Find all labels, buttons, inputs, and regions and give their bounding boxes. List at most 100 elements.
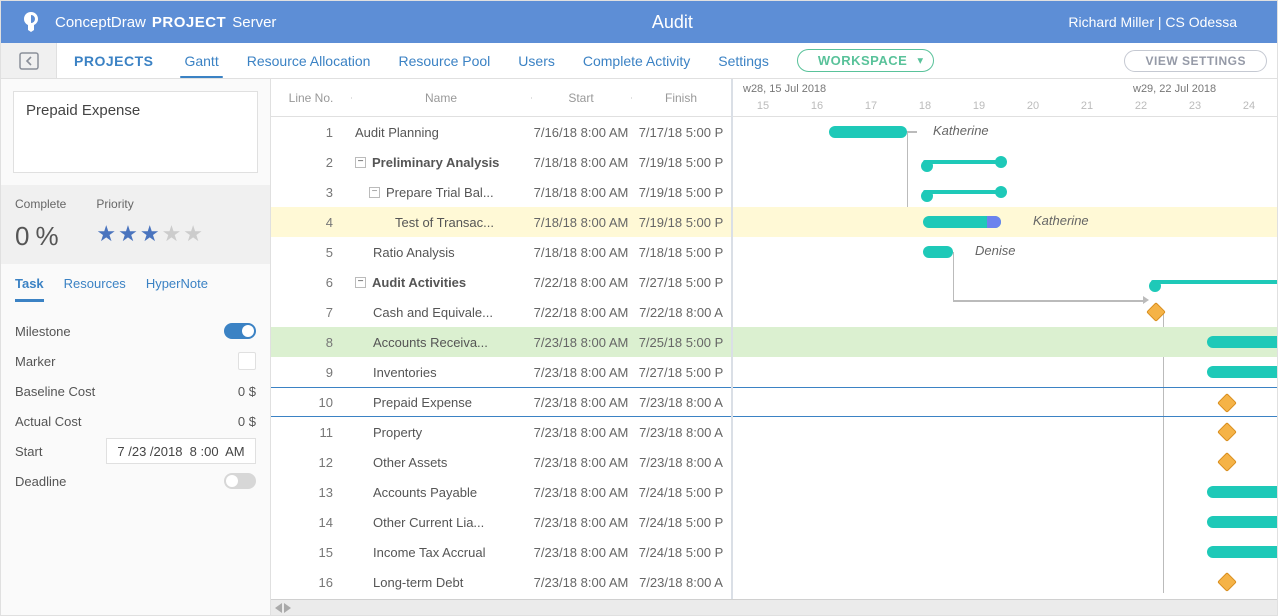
gantt-summary-bar[interactable] — [923, 160, 1001, 164]
scroll-nav-buttons[interactable] — [275, 603, 291, 613]
gantt-row[interactable]: Katherine — [733, 207, 1277, 237]
expand-toggle-icon[interactable]: − — [355, 277, 366, 288]
gantt-bar[interactable] — [923, 246, 953, 258]
subtab-task[interactable]: Task — [15, 276, 44, 302]
milestone-diamond-icon[interactable] — [1146, 302, 1166, 322]
task-row[interactable]: 6−Audit Activities7/22/18 8:00 AM7/27/18… — [271, 267, 731, 297]
tab-gantt[interactable]: Gantt — [170, 43, 232, 78]
milestone-diamond-icon[interactable] — [1217, 393, 1237, 413]
gantt-row[interactable] — [733, 477, 1277, 507]
gantt-chart[interactable]: w28, 15 Jul 2018 w29, 22 Jul 2018 151617… — [733, 79, 1277, 599]
inspector-props: Complete 0 % Priority ★★★★★ — [1, 185, 270, 264]
tab-complete-activity[interactable]: Complete Activity — [569, 43, 704, 78]
view-settings-button[interactable]: VIEW SETTINGS — [1124, 50, 1267, 72]
tab-users[interactable]: Users — [504, 43, 569, 78]
task-line-no: 3 — [271, 185, 351, 200]
task-row[interactable]: 1Audit Planning7/16/18 8:00 AM7/17/18 5:… — [271, 117, 731, 147]
gantt-assignee-label: Katherine — [933, 123, 989, 138]
gantt-bar[interactable] — [1207, 546, 1277, 558]
task-row[interactable]: 15Income Tax Accrual7/23/18 8:00 AM7/24/… — [271, 537, 731, 567]
timeline-tick: 23 — [1189, 100, 1201, 112]
start-date-input[interactable] — [106, 438, 256, 464]
task-name-cell: Other Current Lia... — [351, 515, 531, 530]
gantt-row[interactable] — [733, 177, 1277, 207]
milestone-diamond-icon[interactable] — [1217, 422, 1237, 442]
task-name: Property — [373, 425, 422, 440]
gantt-bar[interactable] — [1207, 516, 1277, 528]
task-start: 7/18/18 8:00 AM — [531, 155, 631, 170]
col-name[interactable]: Name — [351, 91, 531, 105]
tab-resource-pool[interactable]: Resource Pool — [384, 43, 504, 78]
marker-color-picker[interactable] — [238, 352, 256, 370]
user-identity[interactable]: Richard Miller | CS Odessa — [1068, 14, 1237, 30]
subtab-resources[interactable]: Resources — [64, 276, 126, 302]
deadline-toggle[interactable] — [224, 473, 256, 489]
task-line-no: 9 — [271, 365, 351, 380]
task-row[interactable]: 14Other Current Lia...7/23/18 8:00 AM7/2… — [271, 507, 731, 537]
task-row[interactable]: 5Ratio Analysis7/18/18 8:00 AM7/18/18 5:… — [271, 237, 731, 267]
task-row[interactable]: 8Accounts Receiva...7/23/18 8:00 AM7/25/… — [271, 327, 731, 357]
gantt-bar[interactable] — [829, 126, 907, 138]
gantt-summary-bar[interactable] — [1151, 280, 1277, 284]
task-row[interactable]: 11Property7/23/18 8:00 AM7/23/18 8:00 A — [271, 417, 731, 447]
gantt-row[interactable] — [733, 507, 1277, 537]
workspace-dropdown[interactable]: WORKSPACE ▾ — [797, 49, 934, 72]
task-row[interactable]: 2−Preliminary Analysis7/18/18 8:00 AM7/1… — [271, 147, 731, 177]
gantt-row[interactable]: Katherine — [733, 117, 1277, 147]
gantt-bar[interactable] — [1207, 486, 1277, 498]
task-row[interactable]: 9Inventories7/23/18 8:00 AM7/27/18 5:00 … — [271, 357, 731, 387]
selected-task-name[interactable]: Prepaid Expense — [13, 91, 258, 173]
scroll-left-icon — [275, 603, 282, 613]
timeline-tick: 19 — [973, 100, 985, 112]
gantt-row[interactable] — [733, 267, 1277, 297]
task-row[interactable]: 3−Prepare Trial Bal...7/18/18 8:00 AM7/1… — [271, 177, 731, 207]
gantt-row[interactable] — [733, 417, 1277, 447]
subtab-hypernote[interactable]: HyperNote — [146, 276, 208, 302]
task-row[interactable]: 10Prepaid Expense7/23/18 8:00 AM7/23/18 … — [271, 387, 731, 417]
gantt-bar[interactable] — [1207, 336, 1277, 348]
task-finish: 7/19/18 5:00 P — [631, 155, 731, 170]
gantt-bar[interactable] — [923, 216, 1001, 228]
gantt-row[interactable] — [733, 357, 1277, 387]
gantt-bar[interactable] — [1207, 366, 1277, 378]
gantt-row[interactable]: Denise — [733, 237, 1277, 267]
gantt-row[interactable] — [733, 567, 1277, 597]
task-row[interactable]: 12Other Assets7/23/18 8:00 AM7/23/18 8:0… — [271, 447, 731, 477]
gantt-row[interactable] — [733, 447, 1277, 477]
tab-resource-allocation[interactable]: Resource Allocation — [233, 43, 385, 78]
complete-value[interactable]: 0 — [15, 221, 29, 252]
task-name: Other Assets — [373, 455, 447, 470]
horizontal-scrollbar[interactable] — [271, 599, 1277, 615]
task-row[interactable]: 13Accounts Payable7/23/18 8:00 AM7/24/18… — [271, 477, 731, 507]
task-finish: 7/19/18 5:00 P — [631, 185, 731, 200]
task-start: 7/22/18 8:00 AM — [531, 275, 631, 290]
collapse-sidebar-button[interactable] — [1, 43, 57, 78]
expand-toggle-icon[interactable]: − — [369, 187, 380, 198]
task-row[interactable]: 4Test of Transac...7/18/18 8:00 AM7/19/1… — [271, 207, 731, 237]
task-row[interactable]: 16Long-term Debt7/23/18 8:00 AM7/23/18 8… — [271, 567, 731, 597]
gantt-row[interactable] — [733, 537, 1277, 567]
col-finish[interactable]: Finish — [631, 91, 731, 105]
gantt-row[interactable] — [733, 387, 1277, 417]
priority-stars[interactable]: ★★★★★ — [96, 221, 203, 247]
task-row[interactable]: 7Cash and Equivale...7/22/18 8:00 AM7/22… — [271, 297, 731, 327]
gantt-summary-bar[interactable] — [923, 190, 1001, 194]
gantt-row[interactable] — [733, 297, 1277, 327]
milestone-toggle[interactable] — [224, 323, 256, 339]
tab-settings[interactable]: Settings — [704, 43, 783, 78]
star-icon[interactable]: ★ — [118, 221, 138, 247]
expand-toggle-icon[interactable]: − — [355, 157, 366, 168]
col-start[interactable]: Start — [531, 91, 631, 105]
star-icon[interactable]: ★ — [162, 221, 182, 247]
milestone-diamond-icon[interactable] — [1217, 572, 1237, 592]
task-name-cell: Accounts Payable — [351, 485, 531, 500]
gantt-row[interactable] — [733, 147, 1277, 177]
gantt-row[interactable] — [733, 327, 1277, 357]
col-line-no[interactable]: Line No. — [271, 91, 351, 105]
projects-link[interactable]: PROJECTS — [57, 53, 170, 69]
milestone-diamond-icon[interactable] — [1217, 452, 1237, 472]
star-icon[interactable]: ★ — [183, 221, 203, 247]
star-icon[interactable]: ★ — [96, 221, 116, 247]
star-icon[interactable]: ★ — [140, 221, 160, 247]
task-start: 7/23/18 8:00 AM — [531, 395, 631, 410]
